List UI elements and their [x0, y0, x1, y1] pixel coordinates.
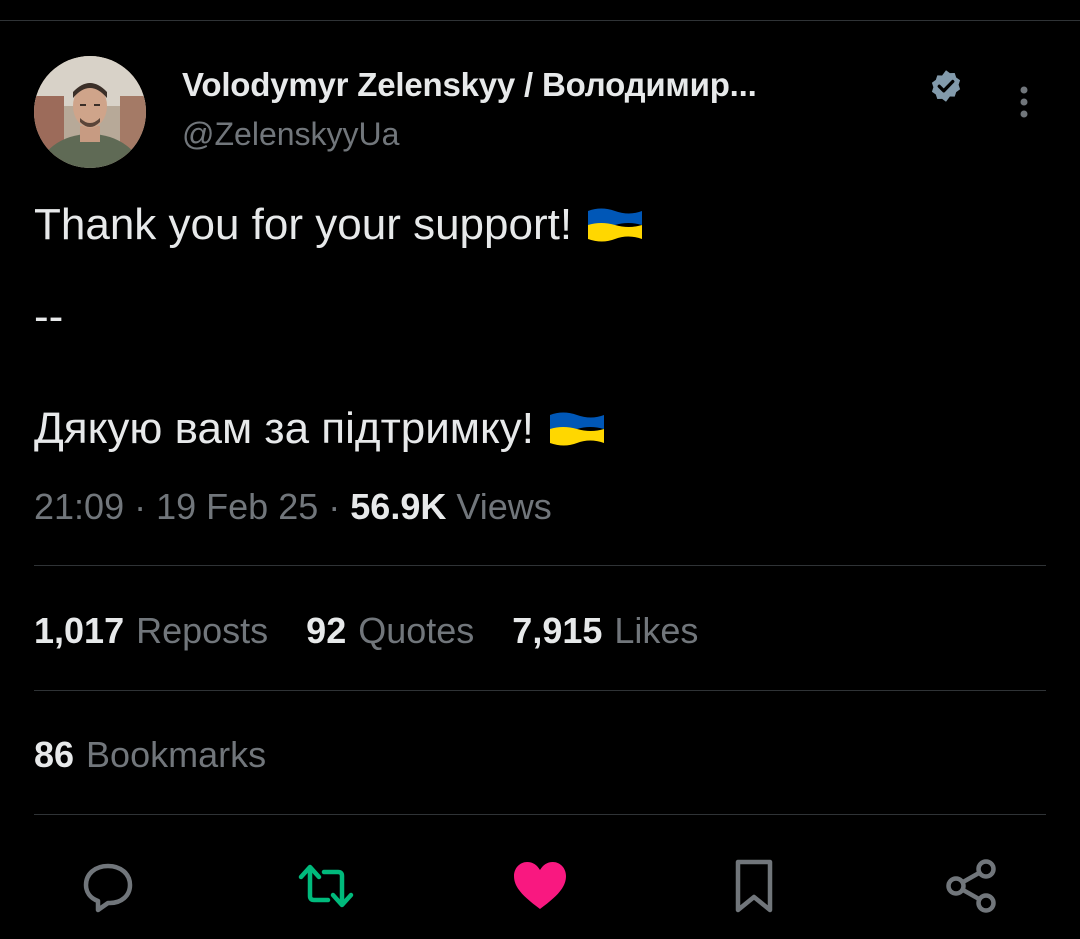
tweet-time[interactable]: 21:09 — [34, 486, 124, 527]
meta-dot: · — [328, 486, 341, 527]
verified-badge-icon[interactable] — [928, 68, 964, 104]
bookmarks-stat[interactable]: 86 Bookmarks — [34, 734, 266, 776]
tweet-text-line-2: Дякую вам за підтримку! — [34, 404, 606, 454]
author-handle[interactable]: @ZelenskyyUa — [182, 116, 399, 153]
quotes-label: Quotes — [358, 610, 475, 651]
likes-label: Likes — [614, 610, 699, 651]
quotes-count: 92 — [306, 610, 347, 651]
avatar-image — [34, 56, 146, 168]
share-icon[interactable] — [942, 856, 1002, 916]
tweet-text-line-1: Thank you for your support! — [34, 200, 644, 250]
more-options-icon[interactable] — [1012, 82, 1036, 122]
divider — [34, 565, 1046, 566]
like-icon[interactable] — [510, 856, 570, 916]
ukraine-flag-icon — [588, 208, 643, 242]
divider — [34, 814, 1046, 815]
tweet-separator: -- — [34, 292, 64, 341]
reposts-stat[interactable]: 1,017 Reposts — [34, 610, 268, 652]
bookmarks-count: 86 — [34, 734, 75, 775]
tweet-meta: 21:09 · 19 Feb 25 · 56.9K Views — [34, 486, 552, 528]
reposts-count: 1,017 — [34, 610, 125, 651]
tweet-text-english: Thank you for your support! — [34, 200, 573, 249]
quotes-stat[interactable]: 92 Quotes — [306, 610, 474, 652]
bookmarks-label: Bookmarks — [86, 734, 267, 775]
author-name[interactable]: Volodymyr Zelenskyy / Володимир... — [182, 66, 757, 104]
engagement-stats: 1,017 Reposts 92 Quotes 7,915 Likes — [34, 610, 736, 652]
views-count: 56.9K — [350, 486, 447, 527]
bookmark-icon[interactable] — [724, 856, 784, 916]
reposts-label: Reposts — [136, 610, 269, 651]
tweet-text-ukrainian: Дякую вам за підтримку! — [34, 404, 534, 453]
likes-stat[interactable]: 7,915 Likes — [512, 610, 698, 652]
divider — [34, 690, 1046, 691]
ukraine-flag-icon — [549, 412, 604, 446]
views-label: Views — [456, 486, 552, 527]
tweet-date[interactable]: 19 Feb 25 — [156, 486, 318, 527]
top-divider — [0, 20, 1080, 21]
likes-count: 7,915 — [512, 610, 603, 651]
repost-icon[interactable] — [296, 856, 356, 916]
avatar[interactable] — [34, 56, 146, 168]
reply-icon[interactable] — [78, 856, 138, 916]
meta-dot: · — [134, 486, 147, 527]
